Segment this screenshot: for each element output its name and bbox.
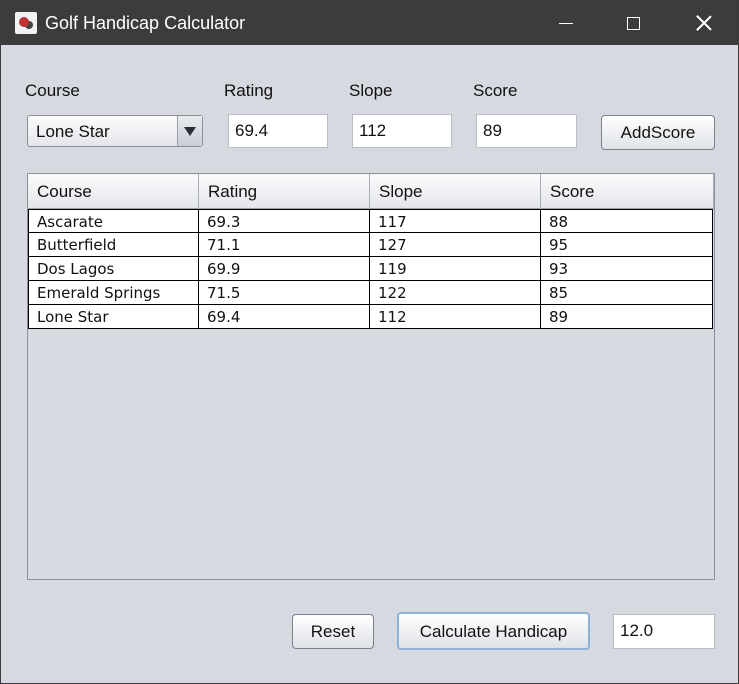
table-header: Course Rating Slope Score bbox=[28, 174, 714, 209]
score-field[interactable]: 89 bbox=[476, 114, 577, 148]
table-row[interactable]: Lone Star 69.4 112 89 bbox=[28, 305, 713, 329]
cell-slope[interactable]: 127 bbox=[369, 233, 541, 257]
add-score-button[interactable]: AddScore bbox=[601, 115, 715, 150]
calculate-handicap-button[interactable]: Calculate Handicap bbox=[397, 612, 590, 650]
cell-score[interactable]: 95 bbox=[540, 233, 713, 257]
scores-table[interactable]: Course Rating Slope Score Ascarate 69.3 … bbox=[27, 173, 715, 580]
reset-button[interactable]: Reset bbox=[292, 614, 374, 649]
minimize-icon bbox=[559, 22, 573, 24]
cell-slope[interactable]: 119 bbox=[369, 257, 541, 281]
dropdown-arrow-button[interactable] bbox=[177, 116, 202, 146]
app-window: Golf Handicap Calculator Course Rating S… bbox=[0, 0, 739, 684]
close-button[interactable] bbox=[681, 1, 727, 45]
rating-label: Rating bbox=[224, 81, 274, 100]
cell-course[interactable]: Ascarate bbox=[28, 209, 199, 233]
cell-course[interactable]: Dos Lagos bbox=[28, 257, 199, 281]
rating-field[interactable]: 69.4 bbox=[228, 114, 328, 148]
cell-course[interactable]: Emerald Springs bbox=[28, 281, 199, 305]
table-body: Ascarate 69.3 117 88 Butterfield 71.1 12… bbox=[28, 209, 713, 329]
maximize-button[interactable] bbox=[610, 1, 656, 45]
cell-rating[interactable]: 71.1 bbox=[198, 233, 370, 257]
table-row[interactable]: Dos Lagos 69.9 119 93 bbox=[28, 257, 713, 281]
cell-course[interactable]: Lone Star bbox=[28, 305, 199, 329]
cell-course[interactable]: Butterfield bbox=[28, 233, 199, 257]
column-header-slope[interactable]: Slope bbox=[370, 174, 541, 208]
score-label: Score bbox=[473, 81, 518, 100]
cell-score[interactable]: 93 bbox=[540, 257, 713, 281]
close-icon bbox=[696, 15, 712, 31]
table-row[interactable]: Emerald Springs 71.5 122 85 bbox=[28, 281, 713, 305]
handicap-result-field[interactable]: 12.0 bbox=[613, 614, 715, 649]
table-row[interactable]: Ascarate 69.3 117 88 bbox=[28, 209, 713, 233]
cell-rating[interactable]: 71.5 bbox=[198, 281, 370, 305]
cell-score[interactable]: 85 bbox=[540, 281, 713, 305]
column-header-course[interactable]: Course bbox=[28, 174, 199, 208]
minimize-button[interactable] bbox=[543, 1, 589, 45]
course-label: Course bbox=[25, 81, 80, 100]
cell-rating[interactable]: 69.3 bbox=[198, 209, 370, 233]
cell-slope[interactable]: 112 bbox=[369, 305, 541, 329]
maximize-icon bbox=[626, 16, 640, 30]
chevron-down-icon bbox=[184, 126, 196, 136]
cell-rating[interactable]: 69.9 bbox=[198, 257, 370, 281]
cell-score[interactable]: 89 bbox=[540, 305, 713, 329]
column-header-score[interactable]: Score bbox=[541, 174, 714, 208]
cell-rating[interactable]: 69.4 bbox=[198, 305, 370, 329]
cell-slope[interactable]: 122 bbox=[369, 281, 541, 305]
cell-score[interactable]: 88 bbox=[540, 209, 713, 233]
window-title: Golf Handicap Calculator bbox=[45, 13, 246, 33]
slope-field[interactable]: 112 bbox=[352, 114, 452, 148]
table-row[interactable]: Butterfield 71.1 127 95 bbox=[28, 233, 713, 257]
course-dropdown-value: Lone Star bbox=[36, 122, 110, 141]
title-bar[interactable]: Golf Handicap Calculator bbox=[1, 1, 738, 45]
course-dropdown[interactable]: Lone Star bbox=[27, 115, 203, 147]
golf-app-icon bbox=[15, 12, 37, 34]
cell-slope[interactable]: 117 bbox=[369, 209, 541, 233]
slope-label: Slope bbox=[349, 81, 393, 100]
column-header-rating[interactable]: Rating bbox=[199, 174, 370, 208]
